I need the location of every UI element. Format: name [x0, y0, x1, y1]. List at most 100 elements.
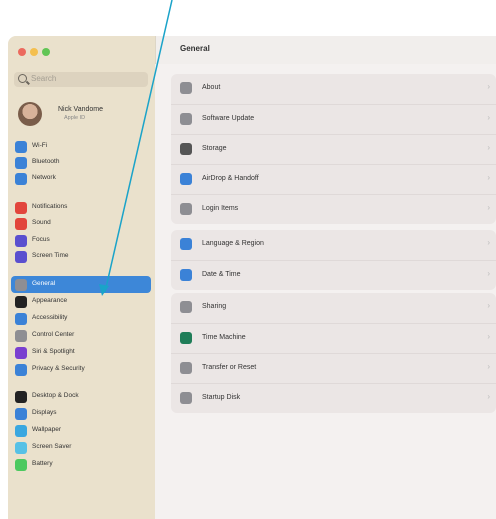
settings-row-label: Startup Disk — [202, 394, 241, 401]
settings-row-startup-disk[interactable]: Startup Disk › — [171, 383, 496, 414]
sidebar-item-focus[interactable]: Focus — [11, 232, 151, 249]
transfer-reset-icon — [180, 362, 192, 374]
chevron-right-icon: › — [487, 301, 490, 310]
settings-row-sharing[interactable]: Sharing › — [171, 293, 496, 323]
close-button[interactable] — [18, 48, 26, 56]
settings-window: Search Nick Vandome Apple ID Wi-Fi Blueto… — [8, 36, 496, 519]
battery-icon — [15, 459, 27, 471]
settings-row-label: Transfer or Reset — [202, 364, 257, 371]
startup-disk-icon — [180, 392, 192, 404]
search-input[interactable]: Search — [14, 72, 148, 87]
chevron-right-icon: › — [487, 269, 490, 278]
sidebar-item-bluetooth[interactable]: Bluetooth — [11, 154, 151, 171]
wallpaper-icon — [15, 425, 27, 437]
minimize-button[interactable] — [30, 48, 38, 56]
sharing-icon — [180, 301, 192, 313]
sidebar-item-label: Desktop & Dock — [32, 392, 79, 399]
sidebar-item-label: Battery — [32, 460, 53, 467]
airdrop-icon — [180, 173, 192, 185]
avatar — [18, 102, 42, 126]
sidebar-item-displays[interactable]: Displays — [11, 405, 151, 422]
search-icon — [18, 74, 27, 83]
privacy-icon — [15, 364, 27, 376]
settings-row-transfer-or-reset[interactable]: Transfer or Reset › — [171, 353, 496, 384]
settings-row-label: Sharing — [202, 303, 227, 310]
notifications-icon — [15, 202, 27, 214]
chevron-right-icon: › — [487, 238, 490, 247]
settings-group: About › Software Update › Storage › AirDrop & … — [171, 74, 496, 224]
sidebar-item-appearance[interactable]: Appearance — [11, 293, 151, 310]
language-region-icon — [180, 238, 192, 250]
sidebar-item-notifications[interactable]: Notifications — [11, 199, 151, 216]
general-icon — [15, 279, 27, 291]
sidebar-item-network[interactable]: Network — [11, 170, 151, 187]
sidebar-item-privacy-security[interactable]: Privacy & Security — [11, 361, 151, 378]
sidebar-item-battery[interactable]: Battery — [11, 456, 151, 473]
settings-row-about[interactable]: About › — [171, 74, 496, 104]
sidebar-item-label: General — [32, 280, 56, 287]
sidebar-item-wallpaper[interactable]: Wallpaper — [11, 422, 151, 439]
date-time-icon — [180, 269, 192, 281]
user-subtitle: Apple ID — [64, 115, 86, 121]
wifi-icon — [15, 141, 27, 153]
appearance-icon — [15, 296, 27, 308]
settings-row-label: Storage — [202, 145, 227, 152]
sidebar-item-label: Wallpaper — [32, 426, 62, 433]
software-update-icon — [180, 113, 192, 125]
settings-row-language-region[interactable]: Language & Region › — [171, 230, 496, 260]
sidebar-item-control-center[interactable]: Control Center — [11, 327, 151, 344]
displays-icon — [15, 408, 27, 420]
settings-row-label: Date & Time — [202, 271, 241, 278]
sidebar-item-label: Wi-Fi — [32, 142, 48, 149]
sound-icon — [15, 218, 27, 230]
settings-row-label: About — [202, 84, 221, 91]
accessibility-icon — [15, 313, 27, 325]
sidebar-item-screen-time[interactable]: Screen Time — [11, 248, 151, 265]
settings-row-login-items[interactable]: Login Items › — [171, 194, 496, 225]
page-title: General — [180, 44, 210, 53]
settings-content: About › Software Update › Storage › AirDrop & … — [155, 64, 496, 519]
sidebar-item-accessibility[interactable]: Accessibility — [11, 310, 151, 327]
sidebar-item-desktop-dock[interactable]: Desktop & Dock — [11, 388, 151, 405]
chevron-right-icon: › — [487, 203, 490, 212]
network-icon — [15, 173, 27, 185]
settings-group: Language & Region › Date & Time › — [171, 230, 496, 290]
chevron-right-icon: › — [487, 392, 490, 401]
sidebar-item-label: Notifications — [32, 203, 68, 210]
sidebar-item-screen-saver[interactable]: Screen Saver — [11, 439, 151, 456]
settings-row-airdrop-handoff[interactable]: AirDrop & Handoff › — [171, 164, 496, 195]
user-name: Nick Vandome — [58, 106, 104, 113]
sidebar-item-label: Screen Time — [32, 252, 69, 259]
sidebar-item-label: Siri & Spotlight — [32, 348, 75, 355]
sidebar-item-label: Screen Saver — [32, 443, 72, 450]
sidebar-item-label: Appearance — [32, 297, 68, 304]
sidebar-item-sound[interactable]: Sound — [11, 215, 151, 232]
sidebar-item-label: Control Center — [32, 331, 75, 338]
desktop-dock-icon — [15, 391, 27, 403]
settings-row-time-machine[interactable]: Time Machine › — [171, 323, 496, 354]
siri-icon — [15, 347, 27, 359]
settings-row-label: Language & Region — [202, 240, 264, 247]
settings-row-label: AirDrop & Handoff — [202, 175, 259, 182]
sidebar-item-general[interactable]: General — [11, 276, 151, 293]
settings-row-label: Software Update — [202, 115, 255, 122]
settings-group: Sharing › Time Machine › Transfer or Reset › S… — [171, 293, 496, 413]
time-machine-icon — [180, 332, 192, 344]
settings-row-label: Time Machine — [202, 334, 246, 341]
sidebar-item-wi-fi[interactable]: Wi-Fi — [11, 138, 151, 155]
settings-row-date-time[interactable]: Date & Time › — [171, 260, 496, 291]
sidebar-item-siri-spotlight[interactable]: Siri & Spotlight — [11, 344, 151, 361]
sidebar-item-label: Focus — [32, 236, 50, 243]
settings-row-software-update[interactable]: Software Update › — [171, 104, 496, 135]
chevron-right-icon: › — [487, 362, 490, 371]
screen-saver-icon — [15, 442, 27, 454]
sidebar-item-label: Network — [32, 174, 56, 181]
about-icon — [180, 82, 192, 94]
settings-row-storage[interactable]: Storage › — [171, 134, 496, 165]
zoom-button[interactable] — [42, 48, 50, 56]
focus-icon — [15, 235, 27, 247]
chevron-right-icon: › — [487, 143, 490, 152]
control-center-icon — [15, 330, 27, 342]
sidebar-item-label: Sound — [32, 219, 51, 226]
login-items-icon — [180, 203, 192, 215]
